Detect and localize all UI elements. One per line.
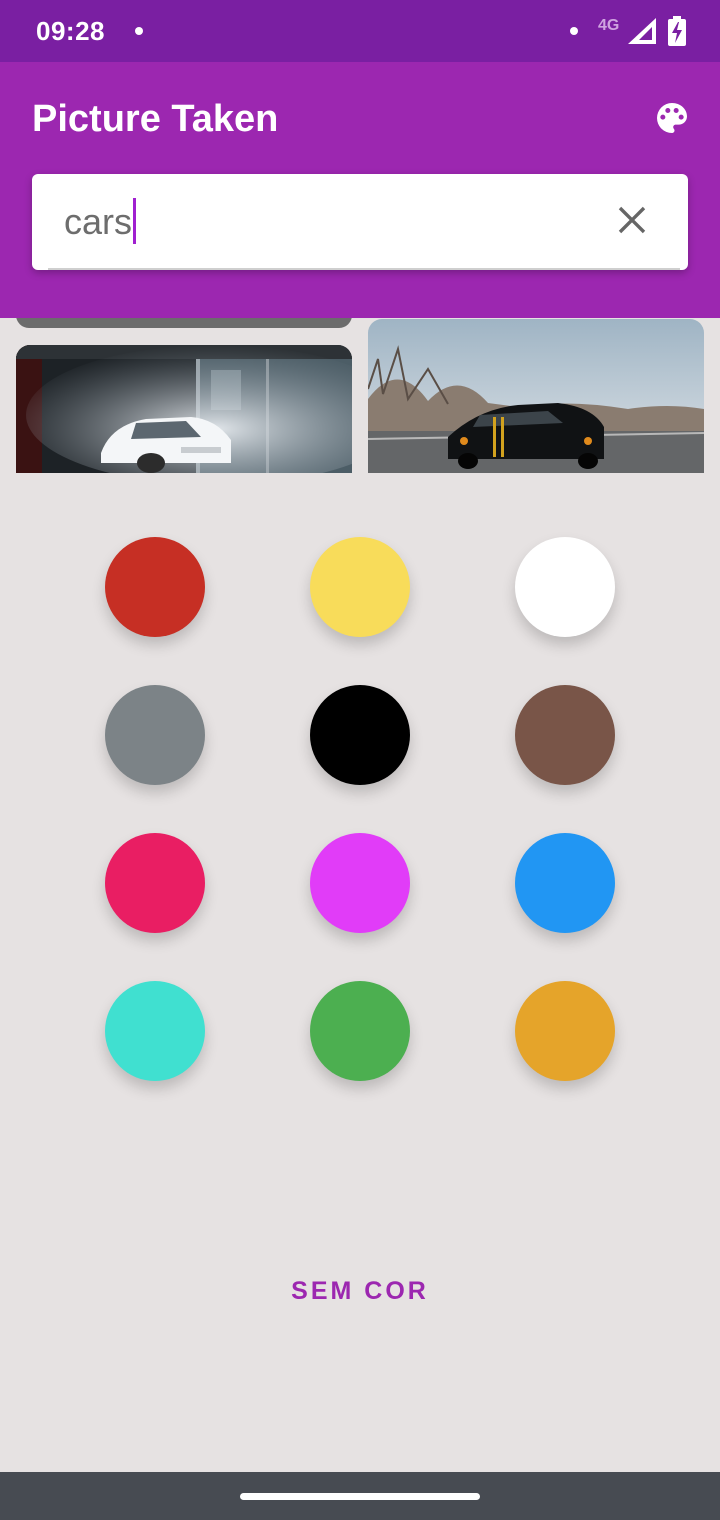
navigation-bar <box>0 1472 720 1520</box>
black-car-photo <box>368 319 704 473</box>
notification-dot-icon <box>135 27 143 35</box>
car-wash-photo <box>16 345 352 473</box>
close-icon[interactable] <box>616 204 648 236</box>
network-type: 4G <box>598 17 620 34</box>
text-cursor <box>133 198 137 245</box>
photo-thumbnail[interactable] <box>16 345 352 473</box>
color-swatch-blue[interactable] <box>515 833 615 933</box>
color-swatch-white[interactable] <box>515 537 615 637</box>
notification-dot-icon <box>570 27 578 35</box>
color-swatch-black[interactable] <box>310 685 410 785</box>
color-swatch-yellow[interactable] <box>310 537 410 637</box>
color-swatch-green[interactable] <box>310 981 410 1081</box>
signal-icon <box>628 18 656 44</box>
color-swatch-brown[interactable] <box>515 685 615 785</box>
photo-thumbnail[interactable] <box>368 319 704 473</box>
home-gesture-handle[interactable] <box>240 1493 480 1500</box>
photo-thumbnail[interactable] <box>16 318 352 328</box>
photo-grid <box>0 318 720 473</box>
color-swatch-pink[interactable] <box>105 833 205 933</box>
status-time: 09:28 <box>36 16 105 46</box>
search-input[interactable]: cars <box>64 198 137 245</box>
color-swatch-turquoise[interactable] <box>105 981 205 1081</box>
search-underline <box>48 268 680 270</box>
no-color-button[interactable]: SEM COR <box>260 1270 460 1312</box>
battery-charging-icon <box>668 16 686 46</box>
page-title: Picture Taken <box>32 98 279 140</box>
color-swatch-red[interactable] <box>105 537 205 637</box>
color-swatch-gray[interactable] <box>105 685 205 785</box>
color-swatch-orange[interactable] <box>515 981 615 1081</box>
status-bar: 09:28 4G <box>0 0 720 62</box>
color-swatch-magenta[interactable] <box>310 833 410 933</box>
palette-icon[interactable] <box>652 98 692 138</box>
search-field[interactable]: cars <box>32 174 688 270</box>
app-bar: Picture Taken cars <box>0 62 720 318</box>
